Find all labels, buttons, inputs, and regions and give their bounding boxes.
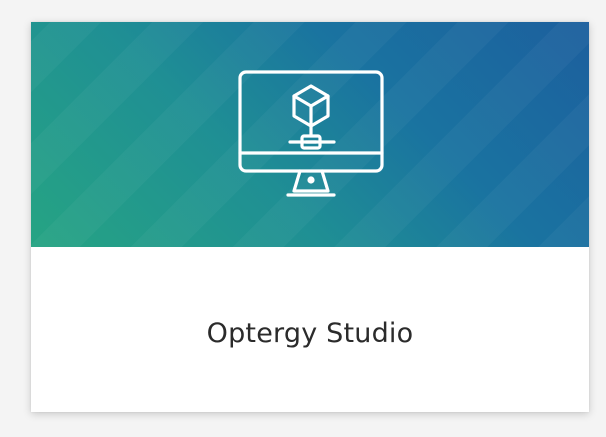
app-launcher-page: Optergy Studio: [0, 0, 606, 437]
tile-banner: [31, 22, 589, 247]
tile-title: Optergy Studio: [206, 318, 414, 349]
monitor-cube-icon: [234, 67, 388, 207]
optergy-studio-tile[interactable]: Optergy Studio: [31, 22, 589, 412]
tile-label-area: Optergy Studio: [31, 247, 589, 412]
